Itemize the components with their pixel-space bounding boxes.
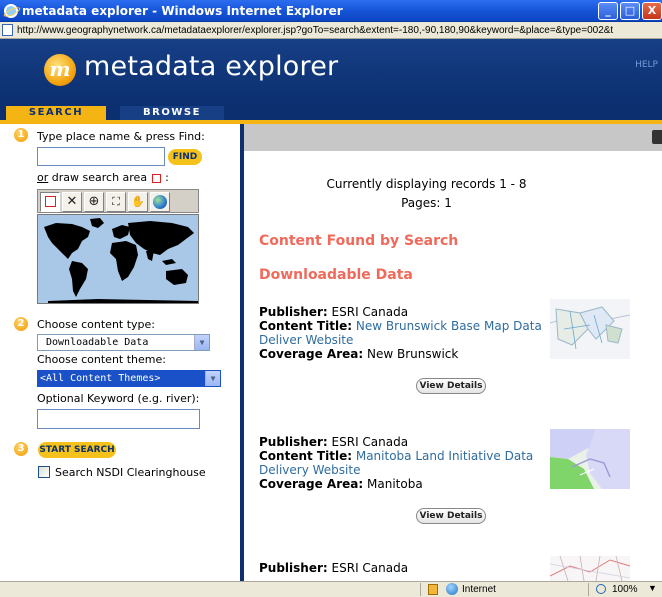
pages-count: Pages: 1 <box>401 196 452 210</box>
coverage-area-value: New Brunswick <box>367 347 459 361</box>
manitoba-map-icon <box>550 429 630 489</box>
content-title-link[interactable]: Manitoba Land Initiative Data <box>356 449 533 463</box>
zoom-icon <box>596 584 606 594</box>
zoom-in-tool[interactable]: ⊕ <box>84 192 104 212</box>
tab-search[interactable]: SEARCH <box>6 106 106 120</box>
metadata-logo-icon: m <box>44 54 76 86</box>
map-toolbar: ✕ ⊕ ⛶ ✋ <box>37 189 199 213</box>
maximize-button[interactable]: □ <box>620 2 640 20</box>
publisher-value: ESRI Canada <box>331 561 409 575</box>
keyword-label: Optional Keyword (e.g. river): <box>37 392 200 405</box>
minimize-button[interactable]: _ <box>598 2 618 20</box>
pan-hand-icon: ✋ <box>131 195 145 208</box>
results-panel: Currently displaying records 1 - 8 Pages… <box>244 124 662 581</box>
content-type-select[interactable]: Downloadable Data ▼ <box>37 334 210 351</box>
keyword-input[interactable] <box>37 409 200 429</box>
results-toolbar <box>244 124 662 151</box>
tab-bar: SEARCH BROWSE <box>0 106 662 120</box>
records-count: Currently displaying records 1 - 8 <box>326 177 527 191</box>
security-lock-icon <box>428 584 438 595</box>
coverage-area-label: Coverage Area: <box>259 347 364 361</box>
internet-zone-icon <box>446 583 458 595</box>
view-details-button[interactable]: View Details <box>416 508 486 524</box>
tab-browse[interactable]: BROWSE <box>120 106 224 120</box>
publisher-label: Publisher: <box>259 561 328 575</box>
content-title-label: Content Title: <box>259 319 353 333</box>
find-button[interactable]: FIND <box>168 149 202 165</box>
chevron-down-icon: ▼ <box>194 335 209 350</box>
start-search-button[interactable]: START SEARCH <box>38 442 116 458</box>
content-type-label: Choose content type: <box>37 318 155 331</box>
draw-rectangle-icon <box>44 196 56 207</box>
road-map-icon <box>550 556 630 581</box>
content-theme-value: <All Content Themes> <box>40 373 161 384</box>
nsdi-checkbox[interactable] <box>38 466 50 478</box>
internet-explorer-icon <box>4 3 18 18</box>
full-extent-icon: ⛶ <box>112 195 120 208</box>
record-1: Publisher: ESRI Canada Content Title: Ne… <box>259 305 549 361</box>
publisher-label: Publisher: <box>259 435 328 449</box>
step-1-badge: 1 <box>14 128 28 142</box>
record-2-thumbnail[interactable] <box>550 429 630 489</box>
content-theme-label: Choose content theme: <box>37 353 166 366</box>
world-map-graphic <box>44 218 198 303</box>
content-theme-select[interactable]: <All Content Themes> ▼ <box>37 370 221 387</box>
content-found-heading: Content Found by Search <box>259 233 459 249</box>
content-title-link-cont[interactable]: Deliver Website <box>259 333 549 347</box>
record-1-thumbnail[interactable] <box>550 299 630 359</box>
nsdi-label: Search NSDI Clearinghouse <box>55 466 206 479</box>
record-2: Publisher: ESRI Canada Content Title: Ma… <box>259 435 549 491</box>
zoom-dropdown-icon[interactable]: ▼ <box>648 583 657 593</box>
print-icon[interactable] <box>652 130 662 144</box>
publisher-value: ESRI Canada <box>331 305 409 319</box>
chevron-down-icon: ▼ <box>205 371 220 386</box>
clear-icon: ✕ <box>66 194 78 209</box>
pan-tool[interactable]: ✋ <box>128 192 148 212</box>
new-brunswick-map-icon <box>550 299 630 359</box>
coverage-area-value: Manitoba <box>367 477 423 491</box>
publisher-label: Publisher: <box>259 305 328 319</box>
coverage-area-label: Coverage Area: <box>259 477 364 491</box>
globe-icon <box>153 195 167 209</box>
help-link[interactable]: HELP <box>635 60 658 70</box>
place-name-label: Type place name & press Find: <box>37 130 205 143</box>
world-map[interactable] <box>37 214 199 304</box>
content-title-label: Content Title: <box>259 449 353 463</box>
record-3: Publisher: ESRI Canada <box>259 561 549 575</box>
place-name-input[interactable] <box>37 147 165 166</box>
downloadable-data-heading: Downloadable Data <box>259 267 413 283</box>
address-bar[interactable]: http://www.geographynetwork.ca/metadatae… <box>0 22 662 39</box>
publisher-value: ESRI Canada <box>331 435 409 449</box>
full-extent-tool[interactable]: ⛶ <box>106 192 126 212</box>
draw-colon: : <box>161 171 169 184</box>
content-title-link[interactable]: New Brunswick Base Map Data <box>356 319 542 333</box>
zoom-in-icon: ⊕ <box>88 194 100 209</box>
draw-rectangle-tool[interactable] <box>40 192 60 212</box>
window-title: metadata explorer - Windows Internet Exp… <box>22 3 343 18</box>
site-header: m metadata explorer HELP <box>0 39 662 106</box>
draw-search-area-text: or draw search area : <box>37 171 169 184</box>
content-type-value: Downloadable Data <box>46 337 149 348</box>
red-square-icon <box>151 173 161 183</box>
app-name: metadata explorer <box>84 51 339 82</box>
clear-tool[interactable]: ✕ <box>62 192 82 212</box>
draw-search-area-label: draw search area <box>48 171 148 184</box>
view-details-button[interactable]: View Details <box>416 378 486 394</box>
globe-tool[interactable] <box>150 192 170 212</box>
search-panel: 1 Type place name & press Find: FIND or … <box>0 124 240 581</box>
window-title-bar: metadata explorer - Windows Internet Exp… <box>0 0 662 22</box>
zone-label: Internet <box>462 584 496 595</box>
close-button[interactable]: X <box>642 2 662 20</box>
record-3-thumbnail[interactable] <box>550 556 630 581</box>
status-bar: Internet 100% ▼ <box>0 581 662 597</box>
step-3-badge: 3 <box>14 442 28 456</box>
draw-or-link[interactable]: or <box>37 171 48 184</box>
zoom-level[interactable]: 100% <box>612 584 638 595</box>
url-text[interactable]: http://www.geographynetwork.ca/metadatae… <box>17 25 613 36</box>
page-icon <box>2 24 13 36</box>
step-2-badge: 2 <box>14 317 28 331</box>
content-title-link-cont[interactable]: Delivery Website <box>259 463 549 477</box>
